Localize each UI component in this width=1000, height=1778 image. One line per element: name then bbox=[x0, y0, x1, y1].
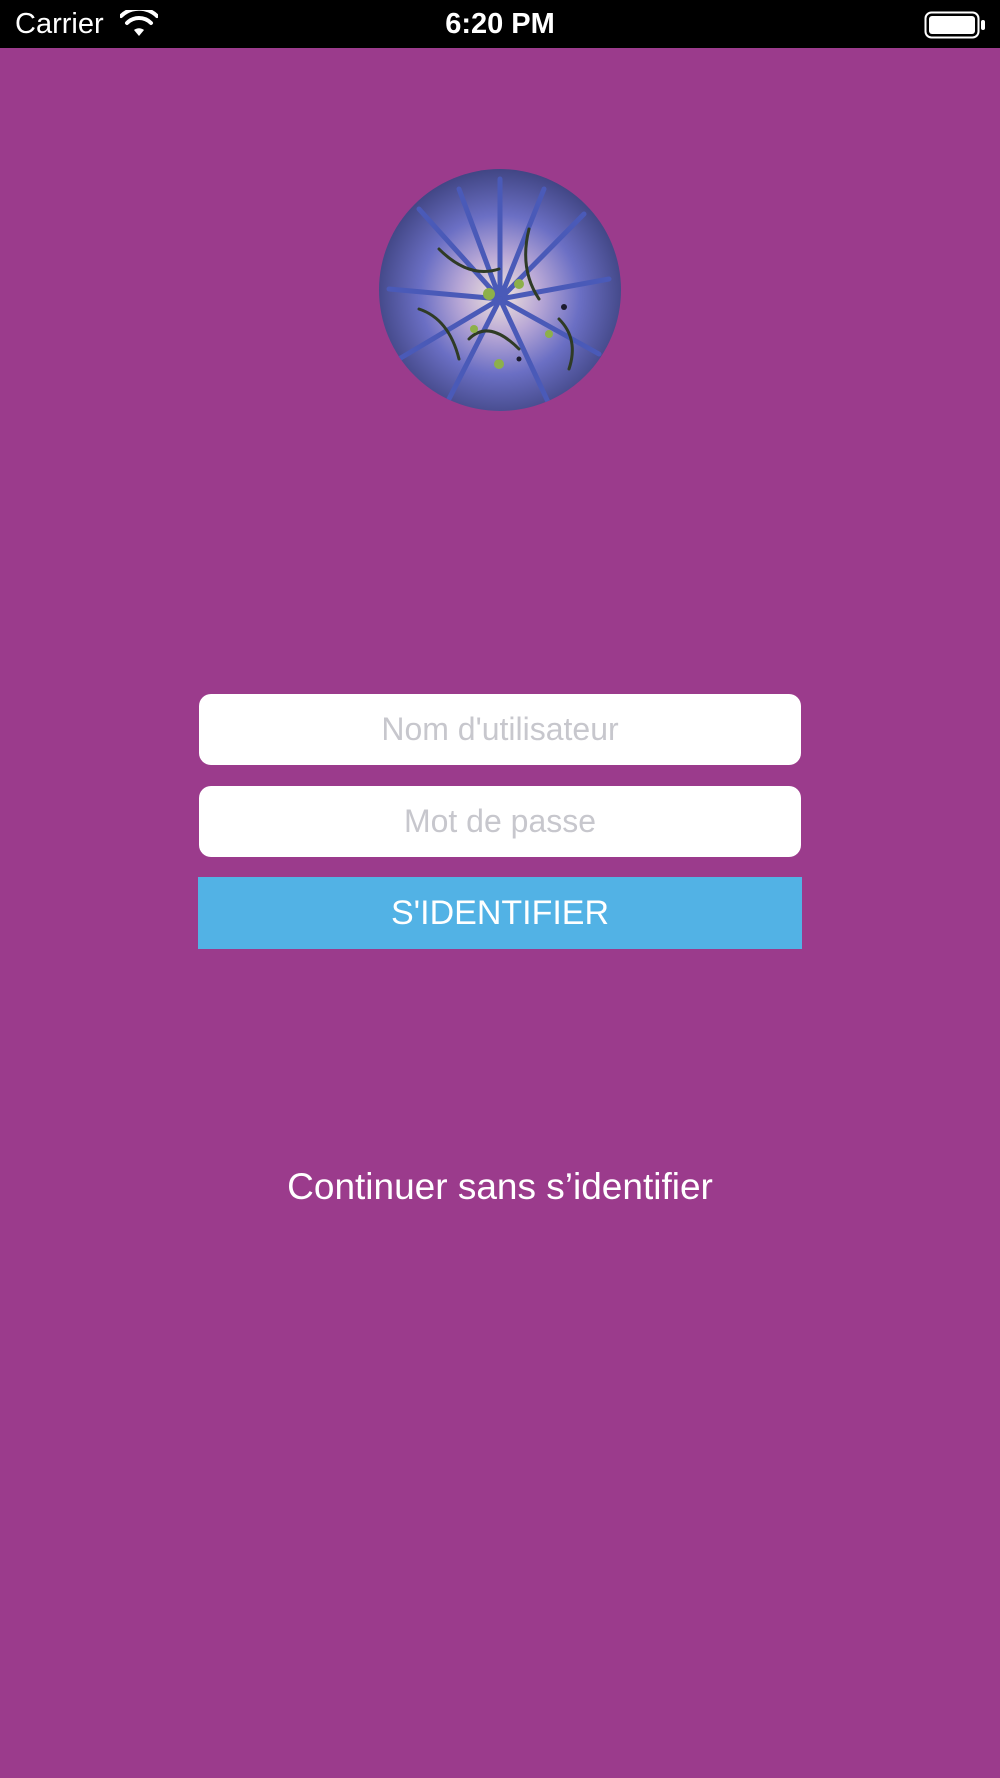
continue-without-login-link[interactable]: Continuer sans s’identifier bbox=[0, 1163, 1000, 1211]
status-bar: Carrier 6:20 PM bbox=[0, 0, 1000, 48]
password-input[interactable] bbox=[199, 786, 801, 857]
battery-icon bbox=[924, 11, 985, 39]
avatar bbox=[379, 169, 621, 411]
username-input[interactable] bbox=[199, 694, 801, 765]
login-button[interactable]: S'IDENTIFIER bbox=[198, 877, 802, 949]
status-time: 6:20 PM bbox=[445, 8, 555, 40]
thistle-flower-photo bbox=[379, 169, 621, 411]
